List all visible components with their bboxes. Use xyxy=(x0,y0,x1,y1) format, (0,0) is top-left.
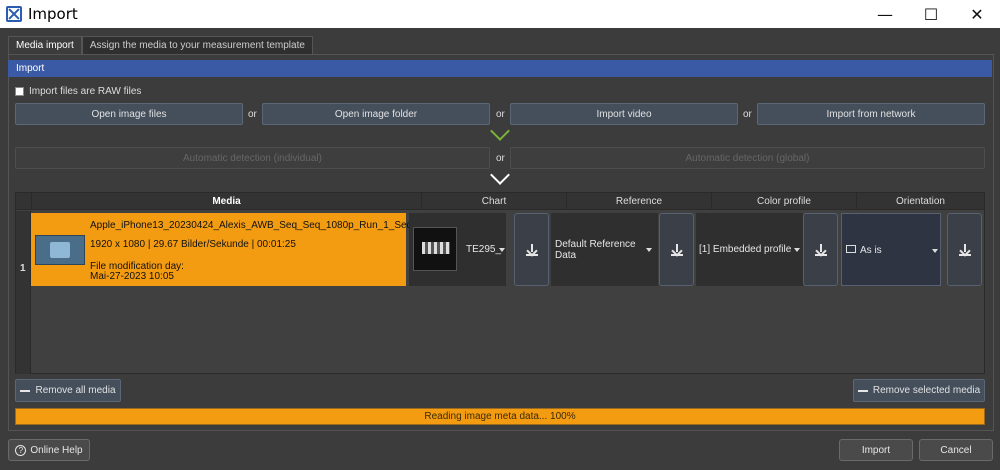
download-icon xyxy=(814,243,827,256)
chart-dropdown[interactable]: TE295_ xyxy=(409,213,506,286)
video-thumbnail xyxy=(35,235,85,265)
table-header: Media Chart Reference Color profile Orie… xyxy=(16,193,984,210)
reference-value-line2: Data xyxy=(555,250,577,261)
chart-value: TE295_ xyxy=(466,244,502,255)
caret-down-icon xyxy=(794,248,800,252)
row-number: 1 xyxy=(20,263,26,274)
online-help-label: Online Help xyxy=(30,444,83,456)
media-mod-date: Mai-27-2023 10:05 xyxy=(90,271,174,282)
header-orientation[interactable]: Orientation xyxy=(856,193,984,210)
title-bar: Import — ☐ ✕ xyxy=(0,0,1000,28)
progress-bar: Reading image meta data... 100% xyxy=(15,408,985,425)
download-icon xyxy=(525,243,538,256)
import-from-network-button[interactable]: Import from network xyxy=(757,103,985,125)
remove-selected-label: Remove selected media xyxy=(872,385,981,396)
chart-thumbnail xyxy=(413,227,457,271)
orientation-dropdown[interactable]: As is xyxy=(841,213,941,286)
tab-assign-media[interactable]: Assign the media to your measurement tem… xyxy=(81,36,313,54)
import-video-button[interactable]: Import video xyxy=(510,103,738,125)
caret-down-icon xyxy=(499,248,505,252)
close-button[interactable]: ✕ xyxy=(954,0,1000,28)
minus-icon xyxy=(20,389,31,392)
header-media[interactable]: Media xyxy=(31,193,421,210)
open-image-folder-button[interactable]: Open image folder xyxy=(262,103,490,125)
or-label: or xyxy=(743,109,752,120)
orientation-value: As is xyxy=(860,245,882,256)
auto-detect-global-button[interactable]: Automatic detection (global) xyxy=(510,147,985,169)
download-icon xyxy=(670,243,683,256)
window-title: Import xyxy=(28,5,78,23)
orientation-download-button[interactable] xyxy=(947,213,982,286)
raw-files-checkbox[interactable]: Import files are RAW files xyxy=(15,86,141,97)
image-icon xyxy=(846,245,856,253)
header-chart[interactable]: Chart xyxy=(421,193,566,210)
cancel-button[interactable]: Cancel xyxy=(919,439,993,461)
color-profile-download-button[interactable] xyxy=(803,213,838,286)
raw-files-label: Import files are RAW files xyxy=(29,86,142,97)
remove-all-label: Remove all media xyxy=(35,385,116,396)
caret-down-icon xyxy=(646,248,652,252)
or-label: or xyxy=(248,109,257,120)
app-icon xyxy=(6,6,22,22)
reference-dropdown[interactable]: Default Reference Data xyxy=(551,213,658,286)
remove-selected-media-button[interactable]: Remove selected media xyxy=(853,379,985,402)
or-label: or xyxy=(496,109,505,120)
reference-download-button[interactable] xyxy=(659,213,694,286)
open-image-files-button[interactable]: Open image files xyxy=(15,103,243,125)
maximize-button[interactable]: ☐ xyxy=(908,0,954,28)
tab-bar: Media import Assign the media to your me… xyxy=(8,36,313,54)
media-info: 1920 x 1080 | 29.67 Bilder/Sekunde | 00:… xyxy=(90,239,296,250)
or-label: or xyxy=(496,153,505,164)
checkbox-box[interactable] xyxy=(15,87,24,96)
caret-down-icon xyxy=(932,249,938,253)
header-reference[interactable]: Reference xyxy=(566,193,711,210)
help-icon: ? xyxy=(15,444,27,456)
row-number-column: 1 xyxy=(16,211,31,374)
minimize-button[interactable]: — xyxy=(862,0,908,28)
media-table: Media Chart Reference Color profile Orie… xyxy=(15,192,985,374)
reference-value-line1: Default Reference xyxy=(555,239,636,250)
media-filename: Apple_iPhone13_20230424_Alexis_AWB_Seq_S… xyxy=(90,220,438,231)
download-icon xyxy=(958,243,971,256)
import-button[interactable]: Import xyxy=(839,439,913,461)
chart-download-button[interactable] xyxy=(514,213,549,286)
color-profile-dropdown[interactable]: [1] Embedded profile xyxy=(696,213,803,286)
tab-media-import[interactable]: Media import xyxy=(8,36,82,54)
auto-detect-individual-button[interactable]: Automatic detection (individual) xyxy=(15,147,490,169)
media-cell[interactable]: Apple_iPhone13_20230424_Alexis_AWB_Seq_S… xyxy=(31,213,438,286)
online-help-button[interactable]: ? Online Help xyxy=(8,439,90,461)
section-header: Import xyxy=(8,60,992,77)
header-color-profile[interactable]: Color profile xyxy=(711,193,856,210)
minus-icon xyxy=(857,389,868,392)
color-profile-value: [1] Embedded profile xyxy=(699,244,792,255)
remove-all-media-button[interactable]: Remove all media xyxy=(15,379,121,402)
